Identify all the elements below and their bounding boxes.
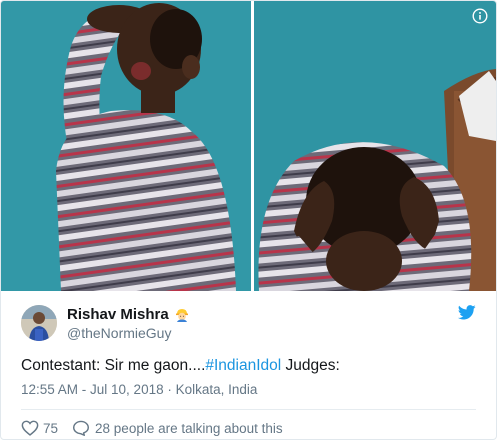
tweet-meta: 12:55 AM - Jul 10, 2018 · Kolkata, India: [21, 381, 476, 399]
meta-separator: ·: [167, 382, 172, 397]
tweet-body: Rishav Mishra @theNormieGuy Contestant: …: [1, 291, 496, 439]
media-photo-right[interactable]: [254, 1, 496, 291]
info-icon[interactable]: [472, 8, 488, 24]
construction-worker-emoji-icon: [174, 306, 190, 322]
display-name-row: Rishav Mishra: [67, 305, 190, 324]
tweet-text: Contestant: Sir me gaon....#IndianIdol J…: [21, 356, 476, 376]
conversation-text: 28 people are talking about this: [95, 420, 283, 436]
author-names: Rishav Mishra @theNormieGuy: [67, 305, 190, 342]
tweet-media[interactable]: [1, 1, 496, 291]
like-button[interactable]: 75: [21, 420, 58, 436]
tweet-author-header[interactable]: Rishav Mishra @theNormieGuy: [21, 303, 476, 343]
display-name[interactable]: Rishav Mishra: [67, 305, 169, 324]
like-count: 75: [43, 420, 59, 436]
tweet-text-before: Contestant: Sir me gaon....: [21, 357, 206, 374]
embedded-tweet-card: Rishav Mishra @theNormieGuy Contestant: …: [0, 0, 497, 440]
media-photo-left[interactable]: [1, 1, 251, 291]
conversation-link[interactable]: 28 people are talking about this: [72, 420, 283, 436]
hashtag-link[interactable]: #IndianIdol: [205, 357, 281, 374]
speech-bubble-icon: [73, 420, 90, 436]
twitter-bird-icon[interactable]: [458, 305, 476, 320]
heart-icon: [21, 420, 39, 436]
tweet-timestamp[interactable]: 12:55 AM - Jul 10, 2018: [21, 382, 164, 397]
tweet-text-after: Judges:: [281, 357, 340, 374]
user-handle[interactable]: @theNormieGuy: [67, 324, 190, 342]
tweet-location[interactable]: Kolkata, India: [176, 382, 258, 397]
tweet-actions: 75 28 people are talking about this: [21, 410, 476, 439]
avatar[interactable]: [21, 305, 57, 341]
